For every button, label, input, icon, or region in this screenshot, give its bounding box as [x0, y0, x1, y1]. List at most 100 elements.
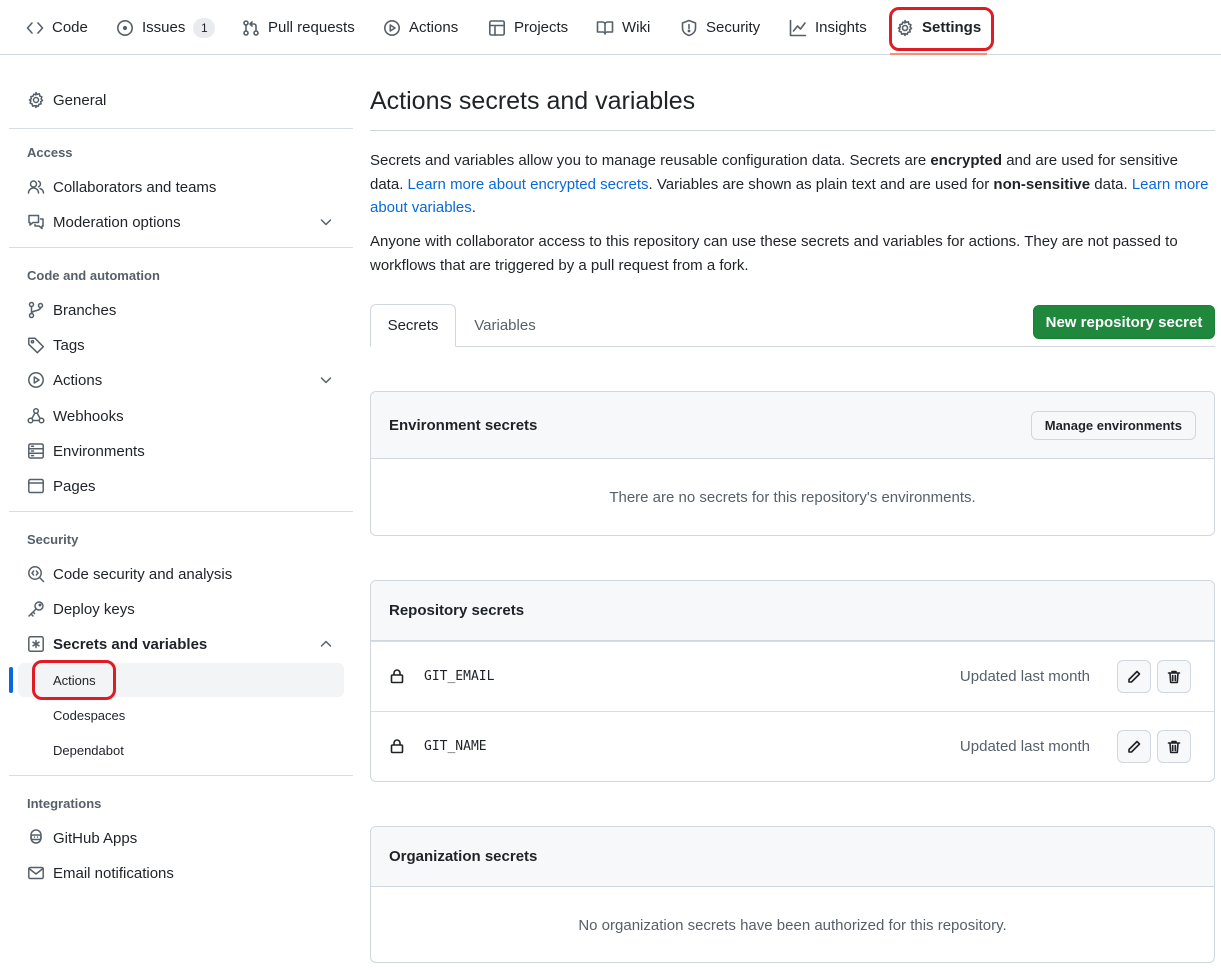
- sidebar-item-label: Secrets and variables: [53, 635, 208, 653]
- lock-icon: [390, 739, 404, 754]
- sidebar-heading-integrations: Integrations: [27, 796, 102, 811]
- sidebar-divider: [9, 511, 353, 512]
- tab-insights-label: Insights: [815, 19, 867, 36]
- browser-icon: [28, 478, 44, 494]
- sidebar-item-label: Deploy keys: [53, 600, 135, 618]
- sidebar-item-secrets-variables[interactable]: Secrets and variables: [18, 628, 344, 660]
- people-icon: [27, 180, 45, 194]
- organization-secrets-title: Organization secrets: [389, 848, 538, 865]
- sidebar-item-webhooks[interactable]: Webhooks: [18, 400, 344, 432]
- chevron-up-icon: [320, 640, 332, 647]
- tab-settings[interactable]: Settings: [889, 0, 988, 55]
- sidebar-subitem-actions[interactable]: Actions: [18, 663, 344, 697]
- tab-settings-label: Settings: [922, 19, 982, 36]
- tab-security[interactable]: Security: [680, 0, 760, 55]
- sidebar-subitem-label: Dependabot: [53, 742, 124, 758]
- desc-text: .: [471, 199, 476, 216]
- sidebar-item-pages[interactable]: Pages: [18, 470, 344, 502]
- tab-issues[interactable]: Issues 1: [116, 0, 216, 55]
- codescan-icon: [28, 566, 45, 583]
- environment-secrets-empty: There are no secrets for this repository…: [609, 488, 976, 506]
- tab-code[interactable]: Code: [26, 0, 88, 55]
- delete-secret-button[interactable]: [1157, 730, 1191, 763]
- sidebar-item-moderation[interactable]: Moderation options: [18, 206, 344, 238]
- sidebar-item-environments[interactable]: Environments: [18, 435, 344, 467]
- sidebar-item-label: Environments: [53, 442, 145, 460]
- tab-pull-requests-label: Pull requests: [268, 19, 355, 36]
- issue-icon: [117, 19, 133, 36]
- sidebar-item-label: Branches: [53, 301, 117, 319]
- sidebar-item-label: Moderation options: [53, 213, 181, 231]
- sidebar-item-general[interactable]: General: [18, 84, 344, 116]
- sidebar-heading-security: Security: [27, 532, 79, 547]
- organization-secrets-header: Organization secrets: [371, 827, 1214, 887]
- shield-icon: [681, 19, 697, 36]
- manage-environments-button[interactable]: Manage environments: [1030, 411, 1196, 440]
- environment-secrets-title: Environment secrets: [389, 416, 538, 434]
- tab-projects[interactable]: Projects: [488, 0, 568, 55]
- gear-icon: [897, 19, 913, 36]
- sidebar-item-github-apps[interactable]: GitHub Apps: [18, 822, 344, 854]
- edit-secret-button[interactable]: [1117, 730, 1151, 763]
- title-divider: [370, 130, 1215, 131]
- active-indicator: [9, 667, 13, 693]
- tab-secrets[interactable]: Secrets: [370, 304, 456, 347]
- mail-icon: [28, 866, 44, 880]
- webhook-icon: [27, 407, 45, 424]
- tab-issues-label: Issues: [142, 19, 186, 36]
- sidebar-heading-code-automation: Code and automation: [27, 268, 160, 283]
- sidebar-divider: [9, 247, 353, 248]
- asterisk-icon: [28, 636, 44, 652]
- desc-text: . Variables are shown as plain text and …: [648, 175, 994, 193]
- tab-insights[interactable]: Insights: [789, 0, 867, 55]
- tag-icon: [28, 337, 45, 354]
- desc-text: data.: [1090, 175, 1132, 193]
- sidebar-divider: [9, 775, 353, 776]
- sidebar-item-collaborators[interactable]: Collaborators and teams: [18, 171, 344, 203]
- sidebar-heading-access: Access: [27, 145, 73, 160]
- edit-secret-button[interactable]: [1117, 660, 1151, 693]
- sidebar-item-label: General: [53, 91, 107, 109]
- tab-variables[interactable]: Variables: [458, 304, 552, 347]
- description-secrets: Secrets and variables allow you to manag…: [370, 149, 1215, 220]
- sidebar-item-label: Webhooks: [53, 407, 124, 425]
- sidebar-item-email-notifications[interactable]: Email notifications: [18, 857, 344, 889]
- sidebar-item-deploy-keys[interactable]: Deploy keys: [18, 593, 344, 625]
- sidebar-item-label: Tags: [53, 336, 85, 354]
- table-icon: [488, 19, 505, 36]
- chevron-down-icon: [320, 219, 332, 226]
- server-icon: [28, 443, 44, 459]
- sidebar-subitem-dependabot[interactable]: Dependabot: [18, 733, 344, 767]
- description-access: Anyone with collaborator access to this …: [370, 233, 1178, 274]
- tab-actions-label: Actions: [409, 19, 459, 36]
- new-repository-secret-button[interactable]: New repository secret: [1033, 305, 1215, 339]
- trash-icon: [1167, 670, 1181, 683]
- learn-more-secrets-link[interactable]: Learn more about encrypted secrets: [408, 176, 649, 193]
- sidebar-item-code-security[interactable]: Code security and analysis: [18, 558, 344, 590]
- repository-secrets-box: Repository secrets GIT_EMAIL Updated las…: [370, 580, 1215, 782]
- issues-counter: 1: [193, 17, 216, 38]
- tab-pull-requests[interactable]: Pull requests: [242, 0, 355, 55]
- delete-secret-button[interactable]: [1157, 660, 1191, 693]
- apps-icon: [30, 829, 42, 844]
- tab-code-label: Code: [52, 19, 88, 36]
- pull-request-icon: [243, 19, 259, 36]
- sidebar-item-branches[interactable]: Branches: [18, 294, 344, 326]
- secret-name: GIT_NAME: [424, 739, 487, 754]
- tab-security-label: Security: [706, 19, 761, 36]
- sidebar-item-label: Actions: [53, 371, 103, 389]
- gear-icon: [28, 91, 44, 109]
- sidebar-item-label: Pages: [53, 477, 96, 495]
- tab-actions[interactable]: Actions: [383, 0, 458, 55]
- tab-wiki[interactable]: Wiki: [596, 0, 650, 55]
- tab-projects-label: Projects: [514, 19, 569, 36]
- secret-updated: Updated last month: [959, 668, 1090, 685]
- sidebar-item-label: Code security and analysis: [53, 565, 233, 583]
- sidebar-item-tags[interactable]: Tags: [18, 329, 344, 361]
- graph-icon: [789, 19, 807, 36]
- pencil-icon: [1128, 670, 1141, 683]
- sidebar-item-actions[interactable]: Actions: [18, 364, 344, 396]
- sidebar-subitem-codespaces[interactable]: Codespaces: [18, 698, 344, 732]
- play-icon: [384, 19, 400, 36]
- repository-secrets-header: Repository secrets: [371, 581, 1214, 641]
